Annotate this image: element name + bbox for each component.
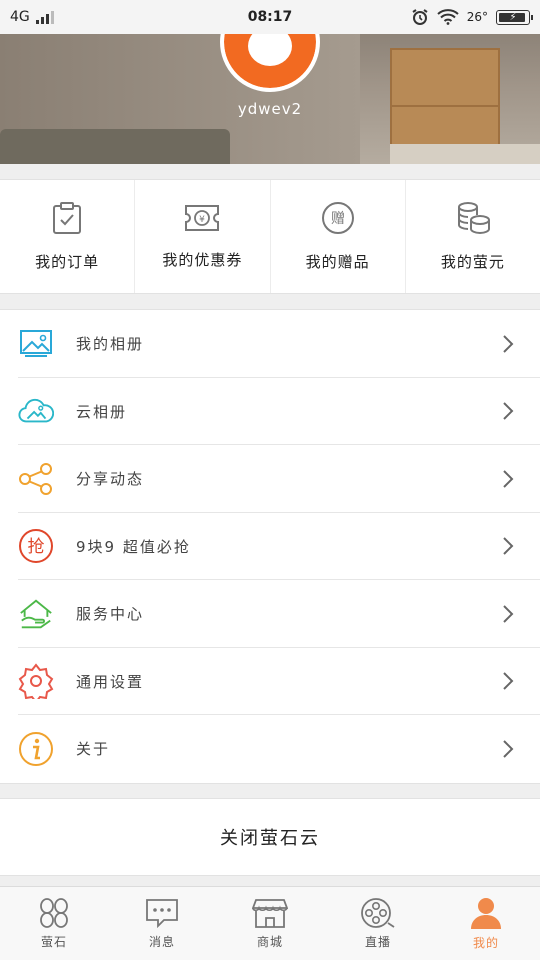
tab-label: 直播 (364, 935, 391, 949)
svg-text:¥: ¥ (200, 215, 206, 225)
network-type: 4G (10, 9, 30, 25)
my-orders-button[interactable]: 我的订单 (0, 180, 136, 293)
tab-ezviz[interactable]: 萤石 (0, 887, 108, 960)
tab-label: 消息 (148, 935, 175, 949)
temperature-value: 26° (466, 10, 488, 24)
my-gifts-label: 我的赠品 (305, 253, 370, 271)
signal-icon (35, 10, 54, 24)
menu-label: 分享动态 (76, 470, 145, 489)
message-icon (146, 899, 178, 929)
menu-item-share-moments[interactable]: 分享动态 (0, 445, 540, 513)
tab-messages[interactable]: 消息 (108, 887, 216, 960)
menu-label: 云相册 (76, 402, 128, 421)
my-coins-label: 我的萤元 (440, 253, 505, 271)
alarm-icon (412, 9, 428, 25)
my-gifts-button[interactable]: 赠 我的赠品 (271, 180, 406, 293)
ezviz-home-icon (40, 898, 68, 928)
menu-label: 我的相册 (76, 335, 145, 354)
wifi-icon (437, 9, 459, 25)
film-reel-icon (361, 898, 395, 928)
settings-menu: 我的相册 云相册 分享动态 抢 9块9 超值必抢 服务中心 通用设置 关于 (0, 309, 540, 784)
username[interactable]: ydwev2 (0, 100, 540, 118)
menu-label: 9块9 超值必抢 (76, 537, 191, 556)
quick-actions: 我的订单 ¥ 我的优惠券 赠 我的赠品 我的萤元 (0, 179, 540, 294)
bottom-tab-bar: 萤石 消息 商城 直播 我的 (0, 886, 540, 960)
status-left: 4G (10, 9, 190, 25)
tab-mine[interactable]: 我的 (432, 887, 540, 960)
menu-item-general-settings[interactable]: 通用设置 (0, 648, 540, 716)
info-icon (18, 731, 54, 767)
close-app-button[interactable]: 关闭萤石云 (0, 798, 540, 876)
tab-label: 萤石 (40, 935, 67, 949)
coins-icon (457, 202, 490, 235)
my-orders-label: 我的订单 (35, 253, 100, 271)
tab-store[interactable]: 商城 (216, 887, 324, 960)
profile-icon (471, 898, 501, 929)
my-coins-button[interactable]: 我的萤元 (406, 180, 540, 293)
status-bar: 4G 08:17 26° ⚡ (0, 0, 540, 34)
tab-live[interactable]: 直播 (324, 887, 432, 960)
menu-item-about[interactable]: 关于 (0, 715, 540, 783)
my-coupons-button[interactable]: ¥ 我的优惠券 (135, 180, 271, 293)
menu-item-my-album[interactable]: 我的相册 (0, 310, 540, 378)
status-time: 08:17 (247, 9, 293, 25)
background-sofa (0, 129, 230, 164)
svg-text:抢: 抢 (28, 537, 45, 557)
menu-item-cloud-album[interactable]: 云相册 (0, 378, 540, 446)
share-icon (18, 461, 54, 497)
store-icon (252, 899, 288, 928)
chevron-right-icon (488, 469, 528, 489)
menu-label: 关于 (76, 740, 111, 759)
service-center-icon (18, 596, 54, 632)
battery-icon: ⚡ (496, 9, 533, 25)
menu-label: 通用设置 (76, 672, 145, 691)
cloud-photo-icon (18, 393, 54, 429)
chevron-right-icon (488, 334, 528, 354)
tab-label: 商城 (256, 935, 283, 949)
tab-label: 我的 (472, 936, 499, 950)
menu-item-service-center[interactable]: 服务中心 (0, 580, 540, 648)
chevron-right-icon (488, 401, 528, 421)
profile-header: ydwev2 (0, 34, 540, 164)
chevron-right-icon (488, 536, 528, 556)
menu-item-flash-deal[interactable]: 抢 9块9 超值必抢 (0, 513, 540, 581)
chevron-right-icon (488, 604, 528, 624)
clipboard-check-icon (53, 202, 82, 234)
settings-gear-icon (18, 663, 54, 700)
status-right: 26° ⚡ (350, 8, 533, 26)
chevron-right-icon (488, 671, 528, 691)
gift-icon: 赠 (321, 202, 354, 234)
svg-text:赠: 赠 (331, 211, 345, 227)
coupon-icon: ¥ (185, 205, 220, 231)
menu-label: 服务中心 (76, 605, 145, 624)
chevron-right-icon (488, 739, 528, 759)
photo-album-icon (18, 326, 54, 362)
background-table (390, 144, 540, 164)
my-coupons-label: 我的优惠券 (162, 251, 243, 269)
grab-deal-icon: 抢 (18, 528, 54, 564)
